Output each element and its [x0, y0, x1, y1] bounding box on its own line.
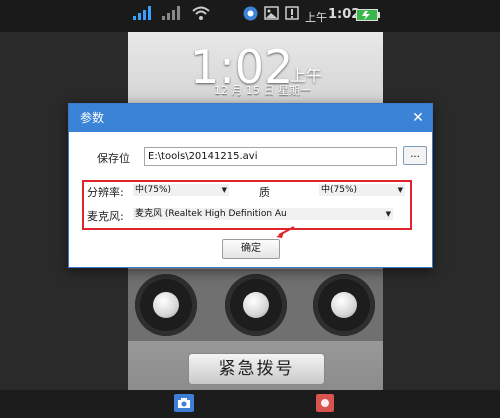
ok-button[interactable]: 确定	[222, 239, 280, 259]
lock-date: 12 月 15 日 星期一	[214, 84, 311, 97]
battery-icon	[356, 9, 380, 25]
resolution-select[interactable]: 中(75%) ▼	[133, 184, 229, 196]
no-signal-icon	[162, 6, 184, 24]
microphone-value: 麦克风 (Realtek High Definition Au	[135, 209, 287, 219]
chevron-down-icon: ▼	[385, 210, 391, 218]
quality-label: 质	[259, 186, 270, 199]
microphone-select[interactable]: 麦克风 (Realtek High Definition Au ▼	[133, 208, 393, 220]
photo-icon	[285, 6, 299, 24]
unlock-circle[interactable]	[225, 274, 287, 336]
params-dialog: 参数 ✕ 保存位 E:\tools\20141215.avi ... 分辨率: …	[68, 103, 433, 268]
microphone-label: 麦克风:	[87, 210, 124, 223]
dialog-title: 参数	[80, 111, 105, 125]
dialog-title-bar: 参数 ✕	[69, 104, 432, 132]
unlock-circle[interactable]	[313, 274, 375, 336]
app-icon	[243, 6, 258, 25]
status-ampm: 上午	[305, 11, 327, 24]
resolution-label: 分辨率:	[87, 186, 124, 199]
photo-icon	[264, 6, 279, 24]
resolution-value: 中(75%)	[135, 185, 172, 195]
save-location-label: 保存位	[97, 152, 130, 165]
unlock-circle[interactable]	[135, 274, 197, 336]
status-bar: 上午 1:02	[0, 0, 500, 32]
chevron-down-icon: ▼	[397, 186, 403, 194]
record-icon[interactable]	[316, 394, 334, 412]
red-arrow-icon	[276, 226, 295, 238]
browse-button[interactable]: ...	[403, 146, 427, 165]
camera-icon[interactable]	[174, 394, 194, 412]
emergency-call-button[interactable]: 紧急拨号	[188, 353, 325, 385]
bottom-toolbar	[0, 390, 500, 418]
save-location-input[interactable]: E:\tools\20141215.avi	[144, 147, 397, 166]
wifi-icon	[192, 6, 210, 24]
signal-icon	[133, 6, 155, 24]
close-icon[interactable]: ✕	[404, 104, 432, 132]
unlock-circles	[128, 269, 383, 341]
quality-value: 中(75%)	[321, 185, 358, 195]
chevron-down-icon: ▼	[221, 186, 227, 194]
quality-select[interactable]: 中(75%) ▼	[319, 184, 405, 196]
